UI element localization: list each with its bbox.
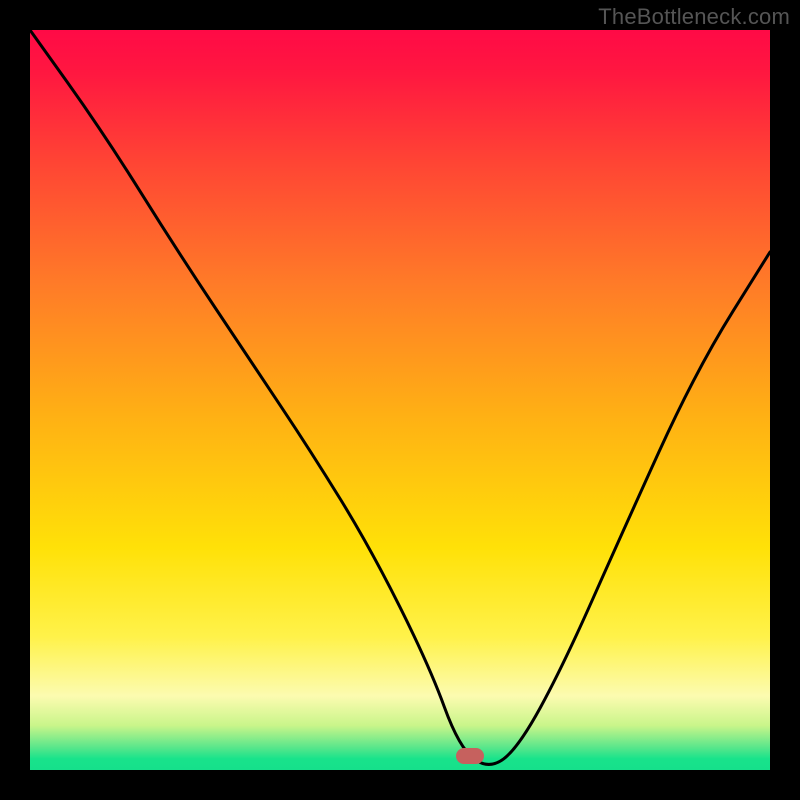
curve-path [30, 30, 770, 764]
plot-area [30, 30, 770, 770]
bottleneck-curve [30, 30, 770, 770]
chart-frame: TheBottleneck.com [0, 0, 800, 800]
minimum-marker [456, 748, 484, 764]
watermark-text: TheBottleneck.com [598, 4, 790, 30]
